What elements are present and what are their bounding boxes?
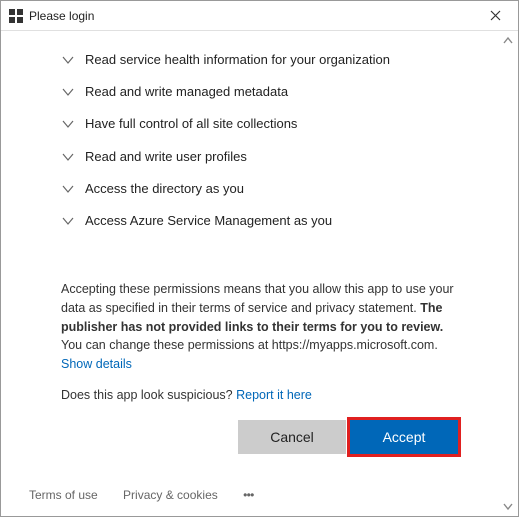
permission-item[interactable]: Read and write managed metadata (61, 83, 458, 101)
more-icon[interactable]: • • • (243, 488, 252, 502)
terms-link[interactable]: Terms of use (29, 488, 98, 502)
permission-label: Read and write user profiles (85, 148, 247, 166)
permission-label: Have full control of all site collection… (85, 115, 297, 133)
permissions-list: Read service health information for your… (61, 51, 458, 230)
permission-item[interactable]: Access Azure Service Management as you (61, 212, 458, 230)
chevron-down-icon (61, 85, 75, 99)
footer-links: Terms of use Privacy & cookies • • • (29, 488, 274, 502)
title-bar: Please login (1, 1, 518, 31)
accept-button[interactable]: Accept (350, 420, 458, 454)
dialog-body: Read service health information for your… (1, 31, 518, 516)
permission-item[interactable]: Access the directory as you (61, 180, 458, 198)
vertical-scrollbar[interactable] (500, 31, 516, 516)
login-dialog: Please login Read service health informa… (0, 0, 519, 517)
disclaimer-part2: You can change these permissions at http… (61, 338, 438, 352)
cancel-button[interactable]: Cancel (238, 420, 346, 454)
disclaimer-part1: Accepting these permissions means that y… (61, 282, 454, 315)
scroll-down-icon[interactable] (500, 498, 516, 514)
report-row: Does this app look suspicious? Report it… (61, 388, 458, 402)
app-icon (9, 9, 23, 23)
report-question: Does this app look suspicious? (61, 388, 236, 402)
permission-label: Access Azure Service Management as you (85, 212, 332, 230)
permission-item[interactable]: Have full control of all site collection… (61, 115, 458, 133)
permission-label: Read service health information for your… (85, 51, 390, 69)
chevron-down-icon (61, 182, 75, 196)
chevron-down-icon (61, 214, 75, 228)
chevron-down-icon (61, 117, 75, 131)
chevron-down-icon (61, 150, 75, 164)
button-row: Cancel Accept (61, 420, 458, 454)
permission-item[interactable]: Read service health information for your… (61, 51, 458, 69)
window-title: Please login (29, 9, 480, 23)
privacy-link[interactable]: Privacy & cookies (123, 488, 218, 502)
disclaimer-text: Accepting these permissions means that y… (61, 280, 458, 374)
close-button[interactable] (480, 1, 510, 31)
report-link[interactable]: Report it here (236, 388, 312, 402)
show-details-link[interactable]: Show details (61, 357, 132, 371)
permission-label: Access the directory as you (85, 180, 244, 198)
permission-label: Read and write managed metadata (85, 83, 288, 101)
chevron-down-icon (61, 53, 75, 67)
permission-item[interactable]: Read and write user profiles (61, 148, 458, 166)
scroll-up-icon[interactable] (500, 33, 516, 49)
